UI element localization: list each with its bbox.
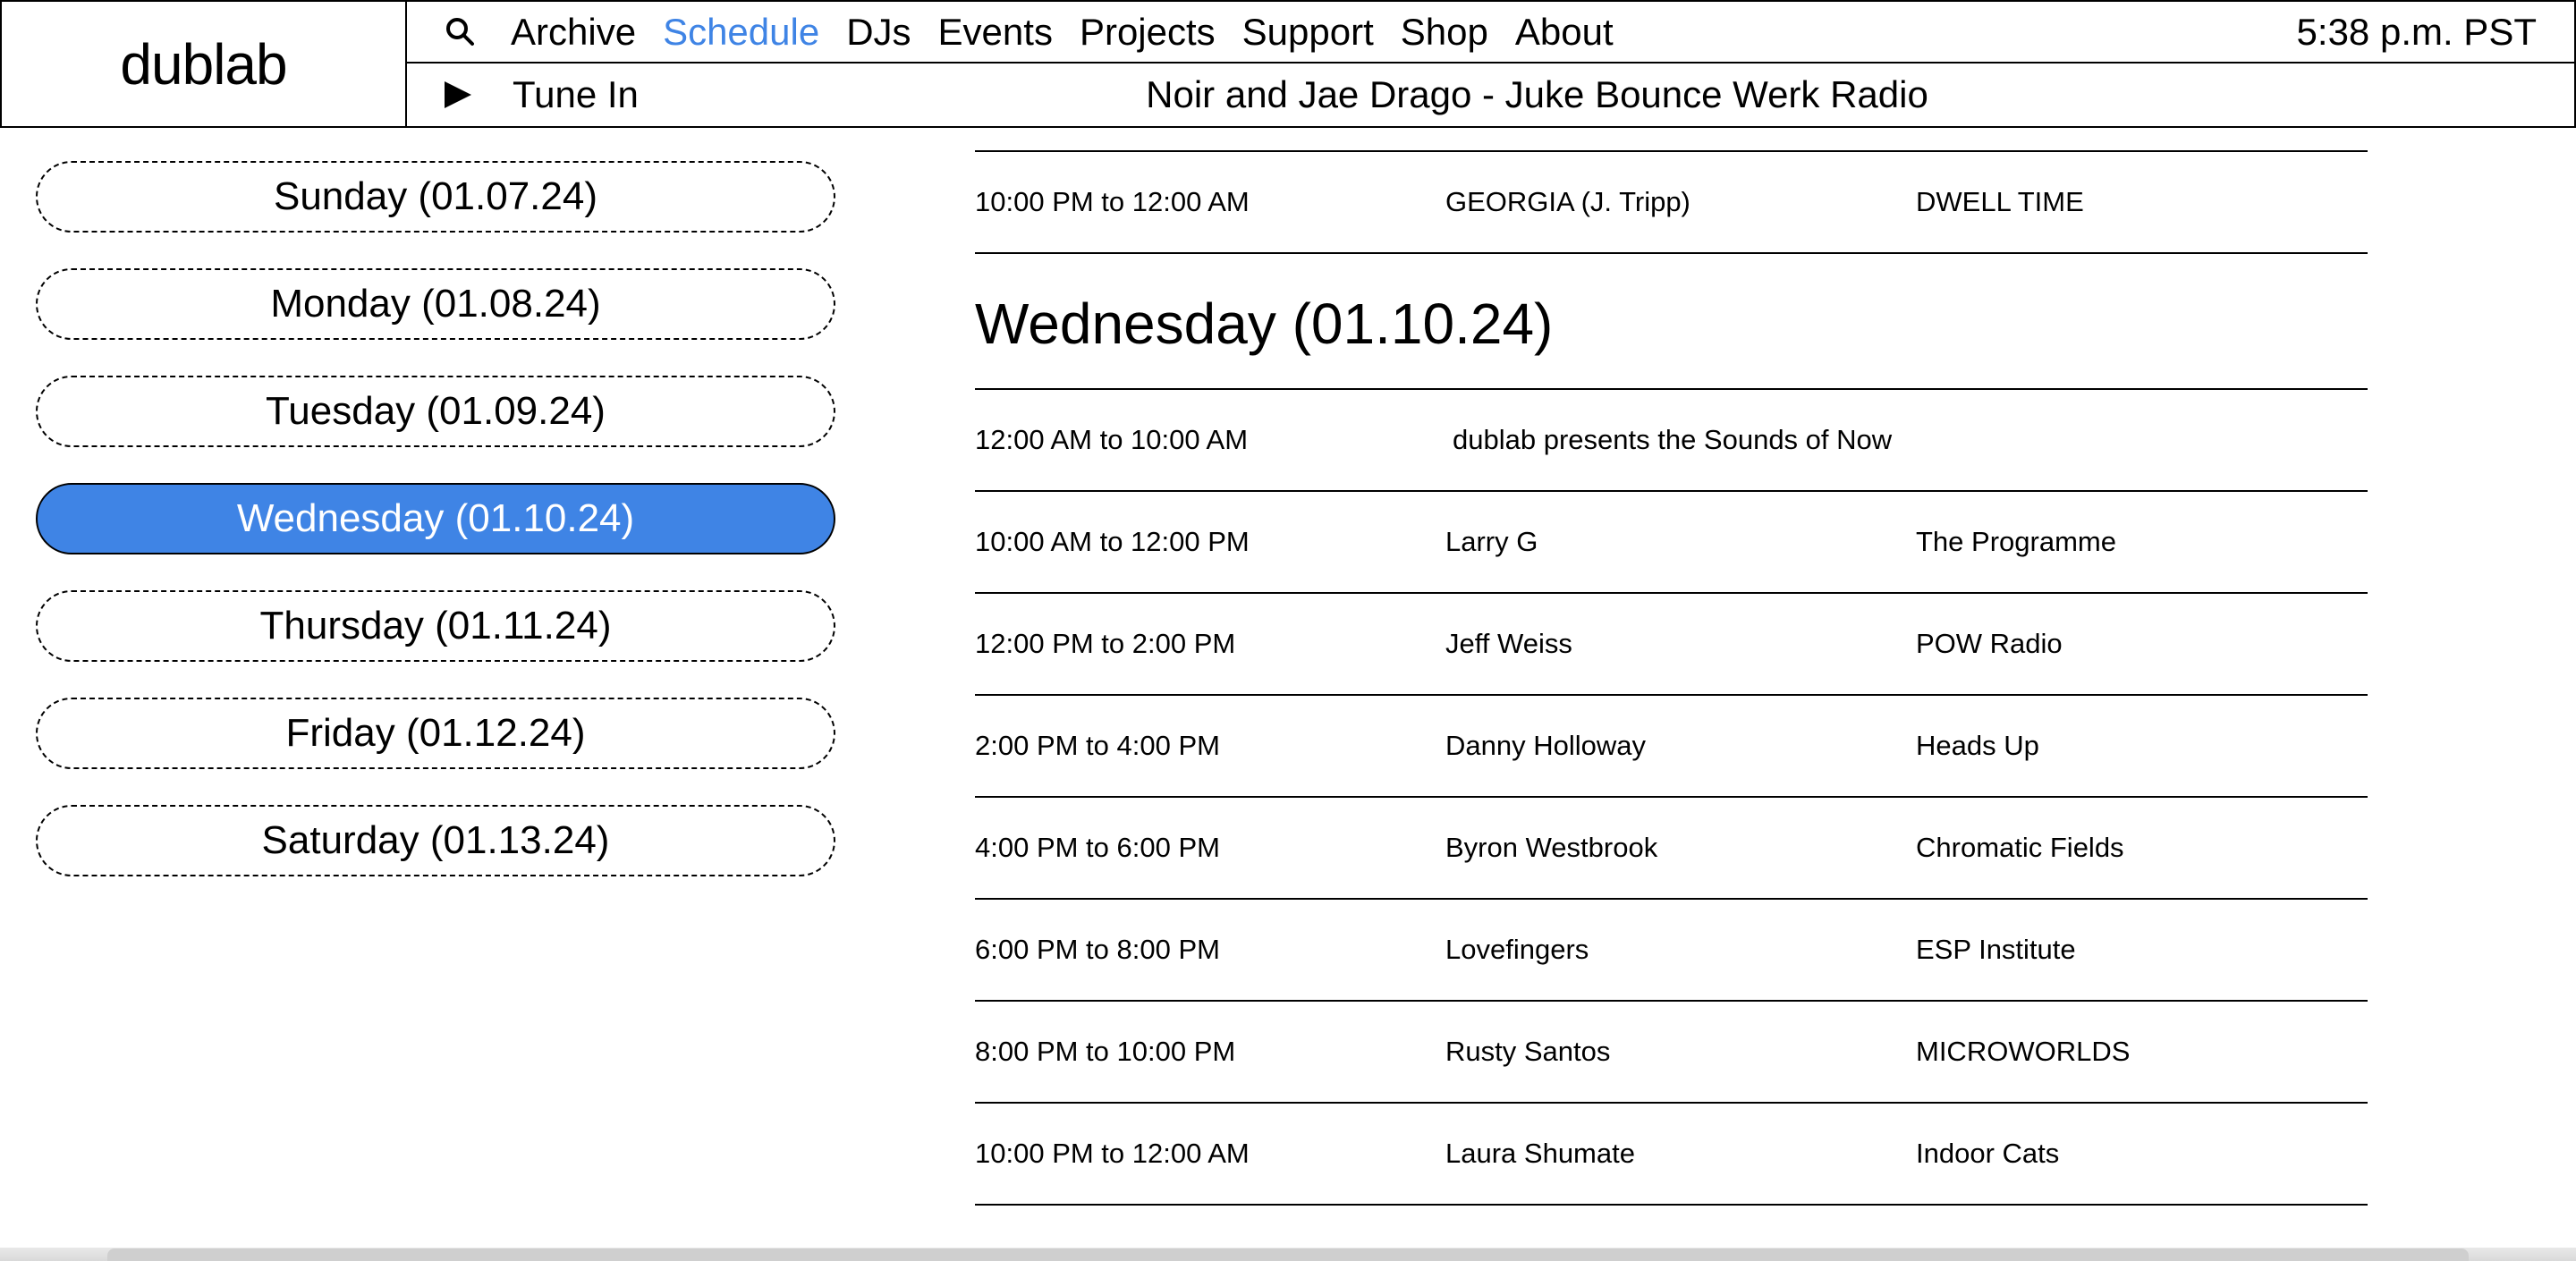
- slot-dj[interactable]: Lovefingers: [1445, 934, 1916, 966]
- nav-events[interactable]: Events: [938, 11, 1053, 54]
- clock: 5:38 p.m. PST: [2296, 10, 2537, 53]
- schedule-list: 10:00 PM to 12:00 AM GEORGIA (J. Tripp) …: [975, 150, 2368, 1206]
- slot-time: 2:00 PM to 4:00 PM: [975, 730, 1220, 761]
- player-bar: Tune In Noir and Jae Drago - Juke Bounce…: [407, 63, 2574, 126]
- nav-archive[interactable]: Archive: [511, 11, 636, 54]
- schedule-row: 6:00 PM to 8:00 PM Lovefingers ESP Insti…: [975, 900, 2368, 1002]
- slot-show[interactable]: The Programme: [1916, 526, 2116, 558]
- slot-dj[interactable]: Rusty Santos: [1445, 1036, 1916, 1068]
- logo-cell: dublab: [2, 2, 407, 126]
- slot-time: 10:00 PM to 12:00 AM: [975, 186, 1250, 217]
- slot-show[interactable]: DWELL TIME: [1916, 186, 2084, 218]
- slot-dj[interactable]: Danny Holloway: [1445, 730, 1916, 762]
- nav-support[interactable]: Support: [1242, 11, 1374, 54]
- schedule-row: 2:00 PM to 4:00 PM Danny Holloway Heads …: [975, 696, 2368, 798]
- now-playing-title[interactable]: Noir and Jae Drago - Juke Bounce Werk Ra…: [1146, 73, 1928, 116]
- schedule-row: 10:00 PM to 12:00 AM Laura Shumate Indoo…: [975, 1104, 2368, 1206]
- day-button-wednesday[interactable]: Wednesday (01.10.24): [36, 483, 835, 554]
- site-logo[interactable]: dublab: [120, 31, 287, 97]
- day-button-sunday[interactable]: Sunday (01.07.24): [36, 161, 835, 233]
- site-header: dublab Archive Schedule DJs Events Proje…: [0, 0, 2576, 128]
- nav-projects[interactable]: Projects: [1080, 11, 1216, 54]
- slot-show[interactable]: ESP Institute: [1916, 934, 2076, 966]
- day-button-tuesday[interactable]: Tuesday (01.09.24): [36, 376, 835, 447]
- slot-dj[interactable]: Jeff Weiss: [1445, 628, 1916, 660]
- schedule-row: 10:00 AM to 12:00 PM Larry G The Program…: [975, 492, 2368, 594]
- day-button-monday[interactable]: Monday (01.08.24): [36, 268, 835, 340]
- day-button-saturday[interactable]: Saturday (01.13.24): [36, 805, 835, 876]
- nav-shop[interactable]: Shop: [1401, 11, 1488, 54]
- slot-show[interactable]: MICROWORLDS: [1916, 1036, 2130, 1068]
- day-heading: Wednesday (01.10.24): [975, 254, 2368, 390]
- slot-show[interactable]: dublab presents the Sounds of Now: [1445, 424, 1892, 456]
- schedule-row: 4:00 PM to 6:00 PM Byron Westbrook Chrom…: [975, 798, 2368, 900]
- slot-dj[interactable]: Byron Westbrook: [1445, 832, 1916, 864]
- window-bottom-edge: [107, 1248, 2469, 1261]
- slot-show[interactable]: Indoor Cats: [1916, 1138, 2059, 1170]
- slot-dj[interactable]: GEORGIA (J. Tripp): [1445, 186, 1916, 218]
- schedule-row: 10:00 PM to 12:00 AM GEORGIA (J. Tripp) …: [975, 152, 2368, 254]
- header-right: Archive Schedule DJs Events Projects Sup…: [407, 2, 2574, 126]
- slot-time: 4:00 PM to 6:00 PM: [975, 832, 1220, 863]
- slot-time: 12:00 PM to 2:00 PM: [975, 628, 1236, 659]
- slot-show[interactable]: Chromatic Fields: [1916, 832, 2124, 864]
- schedule-row: 12:00 AM to 10:00 AM dublab presents the…: [975, 390, 2368, 492]
- nav-djs[interactable]: DJs: [846, 11, 911, 54]
- tune-in-label[interactable]: Tune In: [513, 73, 639, 116]
- day-selector: Sunday (01.07.24) Monday (01.08.24) Tues…: [36, 161, 835, 912]
- slot-time: 10:00 AM to 12:00 PM: [975, 526, 1250, 557]
- schedule-row: 8:00 PM to 10:00 PM Rusty Santos MICROWO…: [975, 1002, 2368, 1104]
- slot-show[interactable]: POW Radio: [1916, 628, 2063, 660]
- slot-show[interactable]: Heads Up: [1916, 730, 2039, 762]
- slot-time: 10:00 PM to 12:00 AM: [975, 1138, 1250, 1169]
- day-button-thursday[interactable]: Thursday (01.11.24): [36, 590, 835, 662]
- slot-time: 12:00 AM to 10:00 AM: [975, 424, 1249, 455]
- play-icon[interactable]: [443, 80, 473, 110]
- schedule-row: 12:00 PM to 2:00 PM Jeff Weiss POW Radio: [975, 594, 2368, 696]
- main-nav: Archive Schedule DJs Events Projects Sup…: [407, 2, 2574, 64]
- slot-dj[interactable]: Larry G: [1445, 526, 1916, 558]
- slot-time: 6:00 PM to 8:00 PM: [975, 934, 1220, 965]
- slot-dj[interactable]: Laura Shumate: [1445, 1138, 1916, 1170]
- search-icon[interactable]: [443, 14, 479, 50]
- nav-about[interactable]: About: [1515, 11, 1614, 54]
- slot-time: 8:00 PM to 10:00 PM: [975, 1036, 1236, 1067]
- day-button-friday[interactable]: Friday (01.12.24): [36, 698, 835, 769]
- now-playing: Noir and Jae Drago - Juke Bounce Werk Ra…: [1146, 63, 2306, 126]
- nav-schedule[interactable]: Schedule: [663, 11, 819, 54]
